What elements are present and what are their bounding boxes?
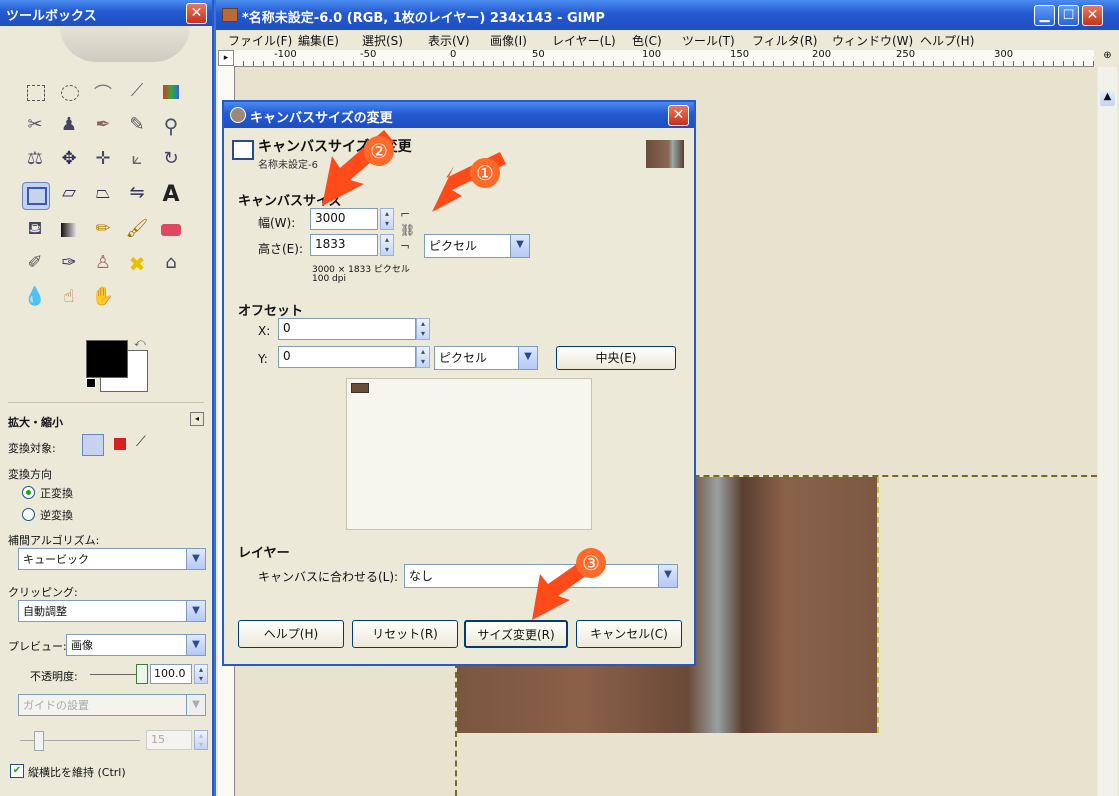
annotation-3: ③ xyxy=(576,548,606,578)
annotation-layer xyxy=(322,130,602,620)
annotation-2: ② xyxy=(364,136,394,166)
annotation-1: ① xyxy=(470,158,500,188)
